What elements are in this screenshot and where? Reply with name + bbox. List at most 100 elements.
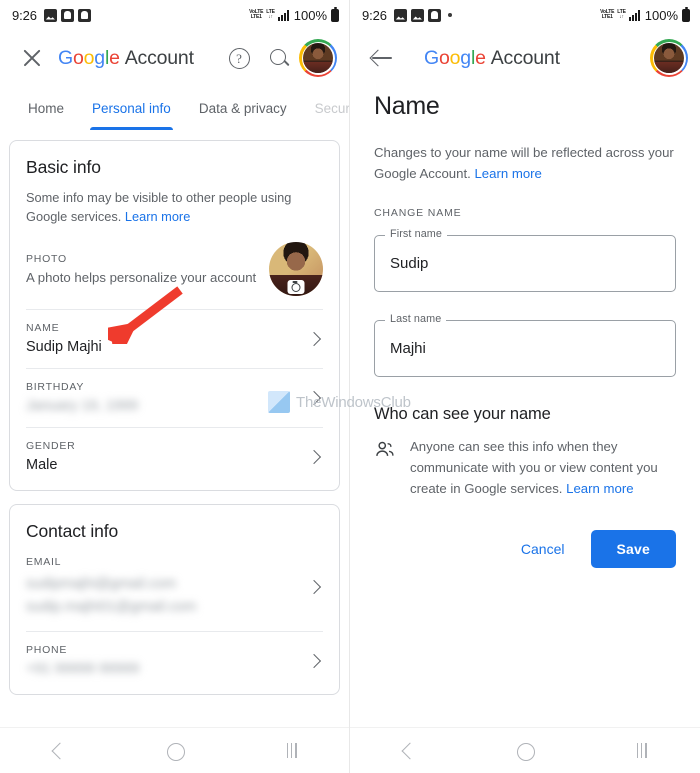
notification-app-icon	[60, 8, 74, 22]
row-email[interactable]: EMAIL sudipmajhi@gmail.com sudip.majhi01…	[26, 556, 323, 631]
status-notification-icons	[43, 8, 91, 22]
first-name-value: Sudip	[390, 254, 429, 272]
change-name-section-label: CHANGE NAME	[374, 206, 462, 219]
row-phone-value: +91 99999 99999	[26, 661, 140, 678]
screenshot-icon	[410, 8, 424, 22]
row-email-value-2: sudip.majhi01@gmail.com	[26, 598, 197, 615]
nav-back-icon[interactable]	[395, 738, 421, 764]
search-button[interactable]	[259, 38, 299, 78]
battery-percent: 100%	[293, 7, 327, 23]
first-name-field[interactable]: Sudip First name	[374, 227, 676, 292]
page-description: Changes to your name will be reflected a…	[374, 143, 676, 185]
camera-icon	[287, 280, 305, 295]
nav-home-icon[interactable]	[162, 738, 188, 764]
tab-security[interactable]: Securi	[301, 86, 349, 130]
watermark-logo-icon	[268, 391, 290, 413]
profile-photo-thumbnail[interactable]	[269, 242, 323, 297]
description-learn-more-link[interactable]: Learn more	[474, 166, 541, 181]
watermark-text: TheWindowsClub	[296, 393, 411, 411]
tab-personal-info[interactable]: Personal info	[78, 86, 185, 130]
annotation-arrow-icon	[108, 286, 183, 344]
avatar[interactable]	[299, 39, 337, 77]
row-email-main: EMAIL sudipmajhi@gmail.com sudip.majhi01…	[26, 556, 295, 618]
avatar[interactable]	[650, 39, 688, 77]
battery-icon	[682, 6, 690, 22]
lte-icon: LTE ↓↑	[266, 9, 275, 20]
chevron-right-icon	[305, 448, 323, 466]
screenshot-icon	[43, 8, 57, 22]
visibility-learn-more-link[interactable]: Learn more	[566, 481, 633, 496]
google-account-logo: Google Account	[424, 46, 560, 69]
visibility-title: Who can see your name	[374, 404, 551, 423]
notification-app-icon-2	[77, 8, 91, 22]
more-notifications-icon	[447, 13, 452, 17]
row-phone-label: PHONE	[26, 644, 68, 657]
volte-icon: VoLTE LTE1	[249, 9, 264, 20]
visibility-text-wrap: Anyone can see this info when they commu…	[410, 436, 676, 500]
lte-icon: LTE ↓↑	[617, 9, 626, 20]
action-buttons: Cancel Save	[374, 529, 676, 568]
tab-data-privacy[interactable]: Data & privacy	[185, 86, 301, 130]
row-email-label: EMAIL	[26, 556, 62, 569]
status-time: 9:26	[12, 7, 37, 23]
save-button[interactable]: Save	[590, 529, 676, 568]
arrow-back-icon	[371, 47, 393, 69]
chevron-right-icon	[305, 578, 323, 596]
basic-info-title: Basic info	[26, 157, 101, 177]
tab-home[interactable]: Home	[14, 86, 78, 130]
row-birthday-value: January 19, 1999	[26, 398, 139, 415]
status-bar-right: 9:26 VoLTE LTE1 LTE ↓↑ 100%	[350, 0, 700, 30]
cancel-button[interactable]: Cancel	[507, 531, 579, 567]
status-bar-left: 9:26 VoLTE LTE1 LTE ↓↑ 100%	[0, 0, 349, 30]
battery-percent: 100%	[644, 7, 678, 23]
row-gender-value: Male	[26, 457, 58, 474]
dual-screenshot-container: 9:26 VoLTE LTE1 LTE ↓↑ 100% Google Accou…	[0, 0, 700, 773]
basic-info-learn-more-link[interactable]: Learn more	[125, 209, 190, 224]
right-screen-edit-name: 9:26 VoLTE LTE1 LTE ↓↑ 100% Google Accou…	[350, 0, 700, 773]
help-button[interactable]: ?	[219, 38, 259, 78]
row-gender-main: GENDER Male	[26, 440, 295, 473]
google-account-logo: Google Account	[58, 46, 194, 69]
android-nav-bar-left	[0, 727, 349, 773]
signal-bars-icon	[277, 9, 289, 21]
back-button[interactable]	[362, 38, 402, 78]
nav-home-icon[interactable]	[512, 738, 538, 764]
last-name-label: Last name	[385, 312, 447, 325]
last-name-field[interactable]: Majhi Last name	[374, 312, 676, 377]
tab-bar: Home Personal info Data & privacy Securi	[0, 86, 349, 130]
android-nav-bar-right	[350, 727, 700, 773]
help-icon: ?	[228, 47, 250, 69]
status-notification-icons	[393, 8, 452, 22]
contact-info-title: Contact info	[26, 521, 119, 542]
signal-bars-icon	[628, 9, 640, 21]
volte-icon: VoLTE LTE1	[600, 9, 615, 20]
first-name-input-box[interactable]: Sudip	[374, 234, 676, 292]
search-icon	[269, 48, 290, 69]
row-phone-main: PHONE +91 99999 99999	[26, 644, 295, 677]
app-bar-right: Google Account	[350, 30, 700, 86]
row-birthday-label: BIRTHDAY	[26, 381, 85, 394]
row-photo-main: PHOTO A photo helps personalize your acc…	[26, 253, 259, 285]
contact-info-card: Contact info EMAIL sudipmajhi@gmail.com …	[9, 504, 340, 696]
left-screen-personal-info: 9:26 VoLTE LTE1 LTE ↓↑ 100% Google Accou…	[0, 0, 350, 773]
battery-icon	[331, 6, 339, 22]
chevron-right-icon	[305, 652, 323, 670]
row-phone[interactable]: PHONE +91 99999 99999	[26, 631, 323, 690]
watermark: TheWindowsClub	[268, 391, 411, 413]
close-button[interactable]	[12, 38, 52, 78]
last-name-value: Majhi	[390, 339, 426, 357]
last-name-input-box[interactable]: Majhi	[374, 319, 676, 377]
row-photo-value: A photo helps personalize your account	[26, 270, 257, 286]
nav-recents-icon[interactable]	[629, 738, 655, 764]
edit-name-content: Name Changes to your name will be reflec…	[350, 92, 700, 568]
status-system-icons: VoLTE LTE1 LTE ↓↑ 100%	[249, 6, 339, 23]
close-icon	[21, 47, 43, 69]
visibility-row: Anyone can see this info when they commu…	[374, 436, 676, 500]
image-icon	[393, 8, 407, 22]
nav-back-icon[interactable]	[45, 738, 71, 764]
first-name-label: First name	[385, 227, 447, 240]
basic-info-subtitle: Some info may be visible to other people…	[26, 189, 323, 226]
row-gender[interactable]: GENDER Male	[26, 427, 323, 486]
personal-info-content: Basic info Some info may be visible to o…	[0, 130, 349, 758]
nav-recents-icon[interactable]	[279, 738, 305, 764]
